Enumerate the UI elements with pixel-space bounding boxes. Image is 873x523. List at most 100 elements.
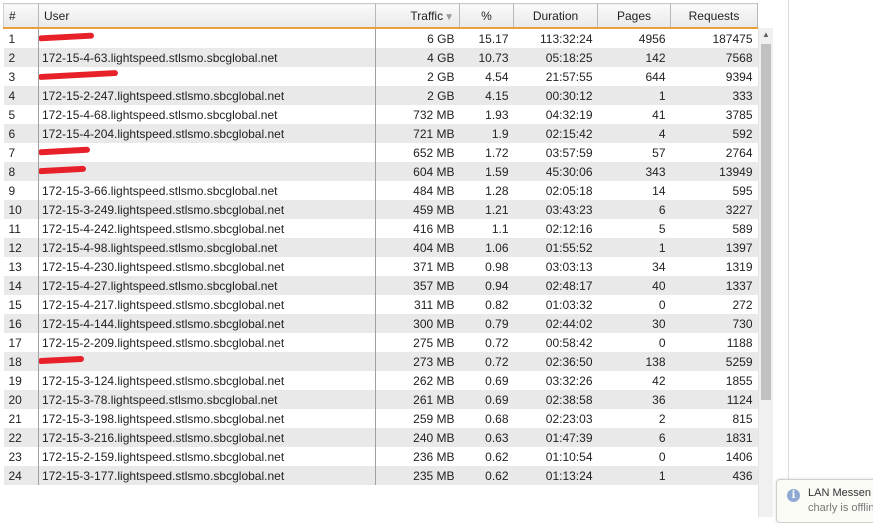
table-row[interactable]: 11 172-15-4-242.lightspeed.stlsmo.sbcglob… [3, 219, 758, 238]
row-num-cell: 8 [3, 162, 39, 181]
row-percent-cell: 1.06 [459, 238, 514, 257]
table-row[interactable]: 23 172-15-2-159.lightspeed.stlsmo.sbcglob… [3, 447, 758, 466]
table-row[interactable]: 24 172-15-3-177.lightspeed.stlsmo.sbcglob… [3, 466, 758, 485]
row-pages-cell: 142 [597, 48, 671, 67]
row-traffic-cell: 404 MB [375, 238, 460, 257]
table-row[interactable]: 2 172-15-4-63.lightspeed.stlsmo.sbcglobal… [3, 48, 758, 67]
row-num-cell: 18 [3, 352, 39, 371]
row-user-cell: 172-15-3-177.lightspeed.stlsmo.sbcglobal… [38, 466, 376, 485]
column-header-user[interactable]: User [38, 3, 376, 29]
row-traffic-cell: 732 MB [375, 105, 460, 124]
row-duration-cell: 03:43:23 [513, 200, 598, 219]
column-header-percent[interactable]: % [459, 3, 514, 29]
table-row[interactable]: 22 172-15-3-216.lightspeed.stlsmo.sbcglob… [3, 428, 758, 447]
row-pages-cell: 36 [597, 390, 671, 409]
table-row[interactable]: 13 172-15-4-230.lightspeed.stlsmo.sbcglob… [3, 257, 758, 276]
stats-table-container: # User Traffic▼ % Duration Pages Request… [3, 3, 758, 517]
table-row[interactable]: 4 172-15-2-247.lightspeed.stlsmo.sbcgloba… [3, 86, 758, 105]
row-user-cell [38, 352, 376, 371]
row-traffic-cell: 235 MB [375, 466, 460, 485]
table-row[interactable]: 18 273 MB 0.72 02:36:50 138 5259 [3, 352, 758, 371]
row-requests-cell: 1831 [670, 428, 758, 447]
row-num-cell: 5 [3, 105, 39, 124]
row-pages-cell: 0 [597, 447, 671, 466]
row-percent-cell: 0.82 [459, 295, 514, 314]
table-row[interactable]: 16 172-15-4-144.lightspeed.stlsmo.sbcglob… [3, 314, 758, 333]
column-header-traffic[interactable]: Traffic▼ [375, 3, 460, 29]
row-traffic-cell: 721 MB [375, 124, 460, 143]
row-num-cell: 3 [3, 67, 39, 86]
row-pages-cell: 40 [597, 276, 671, 295]
row-num-cell: 15 [3, 295, 39, 314]
row-traffic-cell: 261 MB [375, 390, 460, 409]
table-row[interactable]: 15 172-15-4-217.lightspeed.stlsmo.sbcglob… [3, 295, 758, 314]
row-pages-cell: 2 [597, 409, 671, 428]
row-duration-cell: 02:38:58 [513, 390, 598, 409]
row-requests-cell: 272 [670, 295, 758, 314]
row-traffic-cell: 4 GB [375, 48, 460, 67]
table-row[interactable]: 20 172-15-3-78.lightspeed.stlsmo.sbcgloba… [3, 390, 758, 409]
row-num-cell: 9 [3, 181, 39, 200]
column-header-num[interactable]: # [3, 3, 39, 29]
row-duration-cell: 04:32:19 [513, 105, 598, 124]
row-percent-cell: 1.59 [459, 162, 514, 181]
row-num-cell: 13 [3, 257, 39, 276]
row-percent-cell: 0.63 [459, 428, 514, 447]
row-pages-cell: 138 [597, 352, 671, 371]
row-requests-cell: 7568 [670, 48, 758, 67]
row-requests-cell: 592 [670, 124, 758, 143]
row-duration-cell: 01:55:52 [513, 238, 598, 257]
row-num-cell: 17 [3, 333, 39, 352]
row-duration-cell: 00:30:12 [513, 86, 598, 105]
row-percent-cell: 0.79 [459, 314, 514, 333]
row-num-cell: 11 [3, 219, 39, 238]
table-row[interactable]: 10 172-15-3-249.lightspeed.stlsmo.sbcglob… [3, 200, 758, 219]
row-duration-cell: 03:03:13 [513, 257, 598, 276]
row-num-cell: 23 [3, 447, 39, 466]
row-duration-cell: 113:32:24 [513, 28, 598, 48]
row-requests-cell: 1124 [670, 390, 758, 409]
row-pages-cell: 1 [597, 238, 671, 257]
row-percent-cell: 1.21 [459, 200, 514, 219]
row-duration-cell: 05:18:25 [513, 48, 598, 67]
row-requests-cell: 13949 [670, 162, 758, 181]
row-num-cell: 2 [3, 48, 39, 67]
row-requests-cell: 730 [670, 314, 758, 333]
table-row[interactable]: 3 2 GB 4.54 21:57:55 644 9394 [3, 67, 758, 86]
table-row[interactable]: 17 172-15-2-209.lightspeed.stlsmo.sbcglob… [3, 333, 758, 352]
row-traffic-cell: 236 MB [375, 447, 460, 466]
row-percent-cell: 0.69 [459, 371, 514, 390]
table-row[interactable]: 1 6 GB 15.17 113:32:24 4956 187475 [3, 28, 758, 48]
table-row[interactable]: 9 172-15-3-66.lightspeed.stlsmo.sbcglobal… [3, 181, 758, 200]
row-pages-cell: 644 [597, 67, 671, 86]
row-percent-cell: 0.68 [459, 409, 514, 428]
column-header-duration[interactable]: Duration [513, 3, 598, 29]
scroll-thumb[interactable] [761, 44, 771, 400]
row-num-cell: 14 [3, 276, 39, 295]
row-duration-cell: 03:32:26 [513, 371, 598, 390]
row-percent-cell: 4.15 [459, 86, 514, 105]
table-row[interactable]: 19 172-15-3-124.lightspeed.stlsmo.sbcglob… [3, 371, 758, 390]
table-row[interactable]: 14 172-15-4-27.lightspeed.stlsmo.sbcgloba… [3, 276, 758, 295]
table-row[interactable]: 8 604 MB 1.59 45:30:06 343 13949 [3, 162, 758, 181]
table-row[interactable]: 7 652 MB 1.72 03:57:59 57 2764 [3, 143, 758, 162]
scroll-up-arrow-icon[interactable]: ▲ [759, 28, 773, 42]
lan-messenger-notification[interactable]: i LAN Messen charly is offlin [776, 479, 873, 523]
row-user-cell [38, 28, 376, 48]
row-pages-cell: 5 [597, 219, 671, 238]
row-duration-cell: 03:57:59 [513, 143, 598, 162]
row-requests-cell: 1406 [670, 447, 758, 466]
row-user-cell: 172-15-3-216.lightspeed.stlsmo.sbcglobal… [38, 428, 376, 447]
table-row[interactable]: 5 172-15-4-68.lightspeed.stlsmo.sbcglobal… [3, 105, 758, 124]
table-row[interactable]: 12 172-15-4-98.lightspeed.stlsmo.sbcgloba… [3, 238, 758, 257]
column-header-traffic-label: Traffic [410, 8, 444, 23]
row-duration-cell: 01:13:24 [513, 466, 598, 485]
table-row[interactable]: 21 172-15-3-198.lightspeed.stlsmo.sbcglob… [3, 409, 758, 428]
column-header-pages[interactable]: Pages [597, 3, 671, 29]
table-row[interactable]: 6 172-15-4-204.lightspeed.stlsmo.sbcgloba… [3, 124, 758, 143]
column-header-requests[interactable]: Requests [670, 3, 758, 29]
row-num-cell: 22 [3, 428, 39, 447]
row-user-cell [38, 143, 376, 162]
row-percent-cell: 0.69 [459, 390, 514, 409]
vertical-scrollbar[interactable]: ▲ [758, 28, 773, 517]
